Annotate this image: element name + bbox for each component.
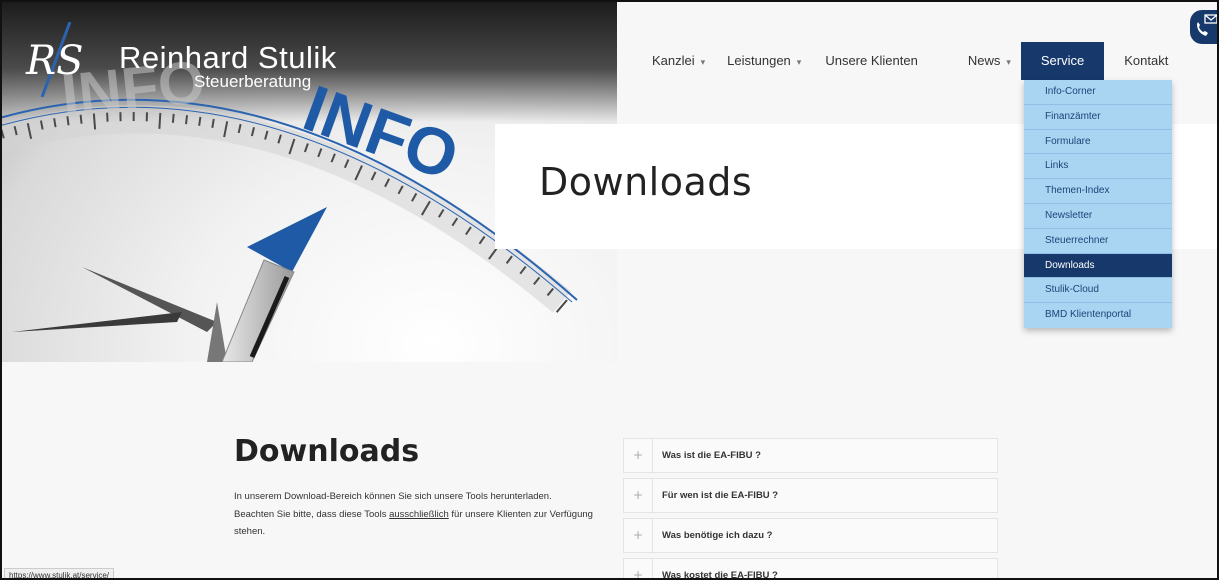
- accordion-item-label: Was kostet die EA-FIBU ?: [662, 570, 778, 580]
- phone-mail-icon: [1197, 14, 1217, 36]
- menu-item-formulare[interactable]: Formulare: [1024, 130, 1172, 155]
- nav-item-unsere-klienten[interactable]: Unsere Klienten: [825, 42, 918, 80]
- contact-button[interactable]: [1190, 10, 1217, 44]
- nav-item-label: Service: [1040, 53, 1085, 68]
- plus-icon: +: [624, 439, 653, 472]
- nav-item-label: Unsere Klienten: [825, 53, 918, 68]
- menu-item-finanzaemter[interactable]: Finanzämter: [1024, 105, 1172, 130]
- menu-item-steuerrechner[interactable]: Steuerrechner: [1024, 229, 1172, 254]
- menu-item-stulik-cloud[interactable]: Stulik-Cloud: [1024, 278, 1172, 304]
- nav-item-label: Leistungen: [727, 53, 791, 68]
- dial-tick: [53, 118, 57, 128]
- menu-item-bmd-klientenportal[interactable]: BMD Klientenportal: [1024, 303, 1172, 328]
- compass-needle-shadow: [12, 312, 182, 332]
- plus-icon: +: [624, 519, 653, 552]
- accordion-item[interactable]: + Für wen ist die EA-FIBU ?: [623, 478, 998, 513]
- nav-item-kanzlei[interactable]: Kanzlei ▾: [652, 42, 705, 80]
- logo-company-subtitle: Steuerberatung: [194, 72, 312, 91]
- nav-item-leistungen[interactable]: Leistungen ▾: [727, 42, 801, 80]
- faq-accordion: + Was ist die EA-FIBU ? + Für wen ist di…: [623, 438, 998, 580]
- logo-monogram-text: RS: [25, 38, 84, 84]
- section-heading: Downloads: [234, 434, 420, 469]
- accordion-item[interactable]: + Was benötige ich dazu ?: [623, 518, 998, 553]
- accordion-item-label: Für wen ist die EA-FIBU ?: [662, 490, 779, 501]
- compass-needle-tip: [247, 207, 327, 272]
- menu-item-themen-index[interactable]: Themen-Index: [1024, 179, 1172, 204]
- logo-company-name: Reinhard Stulik: [119, 40, 337, 75]
- chevron-down-icon: ▾: [700, 57, 706, 67]
- accordion-item[interactable]: + Was kostet die EA-FIBU ?: [623, 558, 998, 580]
- nav-item-label: Kanzlei: [652, 53, 695, 68]
- nav-item-label: Kontakt: [1124, 53, 1169, 68]
- rs-monogram-icon: RS: [25, 22, 84, 97]
- service-dropdown-menu: Info-Corner Finanzämter Formulare Links …: [1024, 80, 1172, 328]
- plus-icon: +: [624, 559, 653, 578]
- section-description: In unserem Download-Bereich können Sie s…: [234, 488, 594, 541]
- status-bar-url: https://www.stulik.at/service/: [4, 568, 115, 578]
- plus-icon: +: [624, 479, 653, 512]
- main-navigation: Kanzlei ▾ Leistungen ▾ Unsere Klienten New…: [652, 42, 1168, 80]
- nav-item-news[interactable]: News ▾: [968, 42, 1011, 80]
- accordion-item-label: Was benötige ich dazu ?: [662, 530, 773, 541]
- site-logo[interactable]: RS Reinhard Stulik Steuerberatung: [24, 22, 384, 102]
- page-title: Downloads: [539, 160, 753, 204]
- accordion-item[interactable]: + Was ist die EA-FIBU ?: [623, 438, 998, 473]
- chevron-down-icon: ▾: [796, 57, 802, 67]
- description-emphasis: ausschließlich: [389, 508, 449, 520]
- menu-item-info-corner[interactable]: Info-Corner: [1024, 80, 1172, 105]
- nav-item-kontakt[interactable]: Kontakt: [1124, 42, 1168, 80]
- menu-item-newsletter[interactable]: Newsletter: [1024, 204, 1172, 229]
- browser-viewport: INFO INFO RS Reinhard Stulik Steuerberat…: [0, 0, 1219, 580]
- nav-item-service[interactable]: Service: [1020, 42, 1105, 80]
- accordion-item-label: Was ist die EA-FIBU ?: [662, 450, 761, 461]
- dial-tick: [198, 116, 202, 126]
- chevron-down-icon: ▾: [1006, 57, 1011, 67]
- menu-item-links[interactable]: Links: [1024, 154, 1172, 180]
- menu-item-downloads[interactable]: Downloads: [1024, 253, 1172, 279]
- nav-item-label: News: [967, 53, 1001, 68]
